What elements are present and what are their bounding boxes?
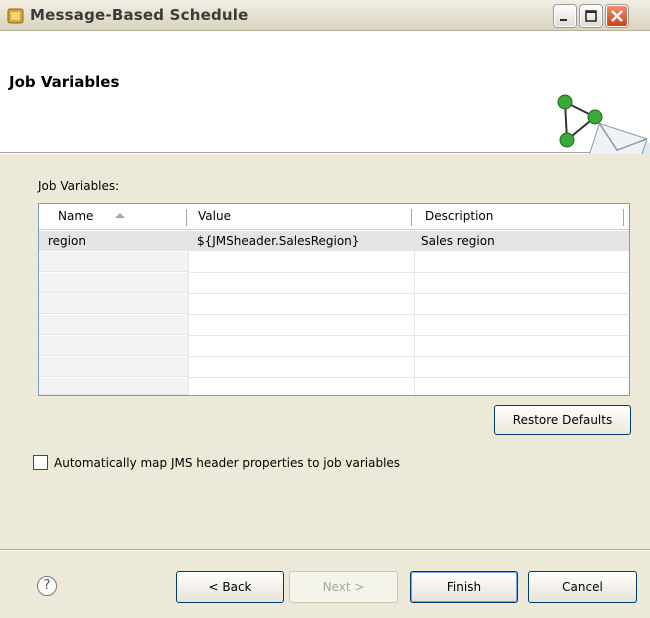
minimize-icon bbox=[560, 19, 567, 21]
cancel-button[interactable]: Cancel bbox=[528, 571, 637, 603]
sort-ascending-icon bbox=[115, 213, 125, 218]
grid-line bbox=[188, 314, 629, 315]
grid-line bbox=[188, 230, 189, 395]
grid-line bbox=[188, 377, 629, 378]
empty-row[interactable] bbox=[39, 252, 188, 272]
empty-row[interactable] bbox=[39, 273, 188, 293]
auto-map-jms-checkbox[interactable] bbox=[33, 455, 48, 470]
cell-name: region bbox=[48, 234, 86, 248]
window-title: Message-Based Schedule bbox=[30, 6, 249, 24]
next-button[interactable]: Next > bbox=[289, 571, 398, 603]
column-resize-handle[interactable] bbox=[623, 209, 624, 226]
cell-value: ${JMSheader.SalesRegion} bbox=[197, 234, 360, 248]
grid-line bbox=[188, 356, 629, 357]
help-icon[interactable]: ? bbox=[37, 576, 57, 596]
close-button[interactable] bbox=[606, 5, 628, 27]
column-header-name[interactable]: Name bbox=[58, 209, 93, 223]
table-header: Name Value Description bbox=[39, 204, 629, 230]
cell-description: Sales region bbox=[421, 234, 495, 248]
maximize-icon bbox=[585, 10, 597, 22]
auto-map-jms-label[interactable]: Automatically map JMS header properties … bbox=[54, 456, 400, 470]
column-header-description[interactable]: Description bbox=[425, 209, 493, 223]
wizard-banner: Job Variables bbox=[0, 32, 650, 182]
grid-line bbox=[188, 335, 629, 336]
restore-defaults-button[interactable]: Restore Defaults bbox=[494, 405, 631, 435]
empty-row[interactable] bbox=[39, 336, 188, 356]
column-resize-handle[interactable] bbox=[186, 209, 187, 226]
empty-row[interactable] bbox=[39, 315, 188, 335]
back-button[interactable]: < Back bbox=[176, 571, 284, 603]
app-icon bbox=[7, 8, 24, 24]
page-title: Job Variables bbox=[9, 73, 120, 91]
job-variables-group-label: Job Variables: bbox=[38, 179, 120, 193]
maximize-button[interactable] bbox=[580, 5, 602, 27]
column-resize-handle[interactable] bbox=[411, 209, 412, 226]
grid-line bbox=[188, 293, 629, 294]
table-row[interactable]: region ${JMSheader.SalesRegion} Sales re… bbox=[39, 231, 629, 251]
close-icon bbox=[611, 10, 623, 22]
empty-row[interactable] bbox=[39, 357, 188, 377]
grid-line bbox=[414, 230, 415, 395]
empty-row[interactable] bbox=[39, 378, 188, 395]
minimize-button[interactable] bbox=[554, 5, 576, 27]
finish-button[interactable]: Finish bbox=[410, 571, 518, 603]
window-title-bar[interactable]: Message-Based Schedule bbox=[0, 0, 650, 31]
grid-line bbox=[188, 272, 629, 273]
job-variables-table[interactable]: Name Value Description region ${JMSheade… bbox=[38, 203, 630, 396]
column-header-value[interactable]: Value bbox=[198, 209, 231, 223]
empty-row[interactable] bbox=[39, 294, 188, 314]
